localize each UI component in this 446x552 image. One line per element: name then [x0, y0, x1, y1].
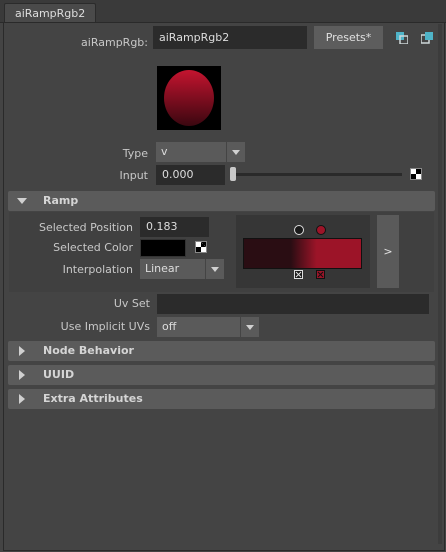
presets-button[interactable]: Presets*: [314, 26, 383, 49]
use-implicit-uvs-label: Use Implicit UVs: [60, 320, 150, 333]
expand-triangle-icon: [19, 370, 25, 380]
selected-color-map-icon[interactable]: [195, 241, 207, 253]
tab-airamprgb2[interactable]: aiRampRgb2: [4, 3, 97, 23]
ramp-delete-handle-icon[interactable]: [294, 269, 303, 279]
type-dropdown-value: v: [161, 145, 168, 158]
type-dropdown[interactable]: v: [156, 142, 245, 162]
collapse-triangle-icon: [17, 198, 27, 204]
ramp-section-title: Ramp: [43, 194, 79, 207]
ramp-section-header[interactable]: Ramp: [8, 191, 435, 211]
extra-attributes-section-header[interactable]: Extra Attributes: [8, 389, 435, 409]
ramp-expand-button[interactable]: >: [377, 215, 399, 288]
interpolation-dropdown[interactable]: Linear: [140, 259, 224, 279]
input-label: Input: [119, 169, 148, 182]
node-name-field[interactable]: aiRampRgb2: [153, 26, 307, 49]
input-field[interactable]: 0.000: [156, 165, 225, 185]
uuid-section-header[interactable]: UUID: [8, 365, 435, 385]
input-slider-track[interactable]: [232, 173, 402, 176]
uuid-section-title: UUID: [43, 368, 75, 381]
focus-icon[interactable]: [396, 32, 409, 45]
chevron-down-icon: [205, 259, 224, 279]
selected-color-label: Selected Color: [53, 241, 133, 254]
ramp-color-handle[interactable]: [316, 225, 326, 235]
use-implicit-uvs-dropdown[interactable]: off: [157, 317, 259, 337]
input-slider-handle[interactable]: [230, 167, 236, 181]
uv-set-field[interactable]: [157, 294, 429, 314]
node-behavior-section-header[interactable]: Node Behavior: [8, 341, 435, 361]
uv-set-label: Uv Set: [113, 297, 150, 310]
selected-color-swatch[interactable]: [140, 239, 186, 257]
interpolation-label: Interpolation: [62, 263, 133, 276]
show-copy-icon[interactable]: [420, 32, 433, 44]
ramp-color-handle-selected[interactable]: [294, 225, 304, 235]
ramp-gradient[interactable]: [243, 238, 362, 269]
node-type-label: aiRampRgb:: [81, 36, 148, 49]
ramp-delete-handle-icon[interactable]: [316, 269, 325, 279]
node-behavior-section-title: Node Behavior: [43, 344, 134, 357]
chevron-down-icon: [240, 317, 259, 337]
swatch-preview: [157, 66, 221, 130]
selected-position-label: Selected Position: [38, 221, 133, 234]
scrollbar[interactable]: [438, 24, 442, 544]
type-label: Type: [122, 147, 148, 160]
chevron-down-icon: [226, 142, 245, 162]
selected-position-field[interactable]: 0.183: [140, 217, 209, 237]
interpolation-dropdown-value: Linear: [145, 262, 180, 275]
expand-triangle-icon: [19, 346, 25, 356]
map-button-icon[interactable]: [410, 168, 422, 180]
expand-triangle-icon: [19, 394, 25, 404]
extra-attributes-section-title: Extra Attributes: [43, 392, 143, 405]
use-implicit-uvs-value: off: [162, 320, 177, 333]
